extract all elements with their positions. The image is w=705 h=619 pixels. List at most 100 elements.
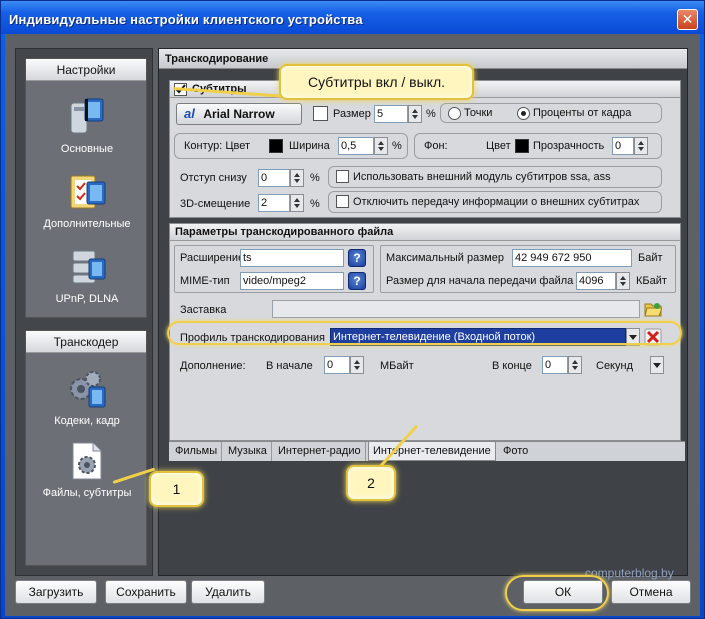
nav-item-upnp-label: UPnP, DLNA xyxy=(55,293,119,305)
transcoder-section: Транскодер Кодеки, кадр Файлы, субтитры xyxy=(25,330,147,566)
transcoder-header: Транскодер xyxy=(26,331,146,353)
disable-external-checkbox[interactable] xyxy=(336,195,349,208)
window-title: Индивидуальные настройки клиентского уст… xyxy=(9,12,363,27)
outline-color-swatch[interactable] xyxy=(269,139,283,153)
end-unit-dropdown-chevron-icon[interactable] xyxy=(650,356,664,374)
server-icon xyxy=(72,250,106,284)
end-addition-label: В конце xyxy=(492,360,532,372)
percent-frame-radio[interactable] xyxy=(517,107,530,120)
points-label: Точки xyxy=(464,107,493,119)
points-radio[interactable] xyxy=(448,107,461,120)
bottom-offset-spinner[interactable] xyxy=(290,169,304,187)
tab-internet-radio[interactable]: Интернет-радио xyxy=(274,442,366,461)
gears-film-icon xyxy=(70,371,106,408)
nav-item-advanced[interactable]: Дополнительные xyxy=(26,170,148,230)
font-icon: al xyxy=(184,106,195,121)
font-select-button[interactable]: al Arial Narrow xyxy=(176,103,302,125)
disable-external-label: Отключить передачу информации о внешних … xyxy=(353,196,640,208)
device-icon xyxy=(70,98,104,134)
extension-help-icon[interactable]: ? xyxy=(348,249,366,267)
external-module-label: Использовать внешний модуль субтитров ss… xyxy=(353,171,611,183)
callout-subtitles: Субтитры вкл / выкл. xyxy=(279,64,474,100)
nav-item-main[interactable]: Основные xyxy=(26,95,148,155)
bottom-offset-input[interactable]: 0 xyxy=(258,169,290,187)
nav-item-upnp[interactable]: UPnP, DLNA xyxy=(26,245,148,305)
nav-item-codecs-label: Кодеки, кадр xyxy=(54,415,120,427)
tab-photo[interactable]: Фото xyxy=(499,442,532,461)
start-addition-spinner[interactable] xyxy=(350,356,364,374)
max-size-label: Максимальный размер xyxy=(386,252,504,264)
mime-label: MIME-тип xyxy=(180,275,230,287)
start-size-unit: КБайт xyxy=(636,275,667,287)
nav-item-codecs[interactable]: Кодеки, кадр xyxy=(26,367,148,427)
outline-label: Контур: Цвет xyxy=(184,140,251,152)
params-title: Параметры транскодированного файла xyxy=(170,224,680,241)
title-bar[interactable]: Индивидуальные настройки клиентского уст… xyxy=(1,1,704,34)
end-addition-input[interactable]: 0 xyxy=(542,356,568,374)
close-button[interactable]: ✕ xyxy=(677,9,698,30)
external-module-checkbox[interactable] xyxy=(336,170,349,183)
end-addition-unit: Секунд xyxy=(596,360,633,372)
nav-item-files-label: Файлы, субтитры xyxy=(42,487,132,499)
settings-section: Настройки Основные Дополнительные UPnP, … xyxy=(25,58,147,318)
transparency-spinner[interactable] xyxy=(634,137,648,155)
outline-width-unit: % xyxy=(392,140,402,152)
tab-music[interactable]: Музыка xyxy=(224,442,272,461)
start-addition-unit: МБайт xyxy=(380,360,414,372)
size-input[interactable]: 5 xyxy=(374,105,408,123)
nav-item-main-label: Основные xyxy=(60,143,114,155)
start-size-spinner[interactable] xyxy=(616,272,630,290)
file-gear-icon xyxy=(72,442,102,480)
extension-input[interactable]: ts xyxy=(240,249,344,267)
start-size-input[interactable]: 4096 xyxy=(576,272,616,290)
percent-frame-label: Проценты от кадра xyxy=(533,107,632,119)
start-addition-label: В начале xyxy=(266,360,313,372)
outline-width-input[interactable]: 0,5 xyxy=(338,137,374,155)
bg-color-label: Цвет xyxy=(486,140,511,152)
bottom-offset-label: Отступ снизу xyxy=(180,172,247,184)
save-button[interactable]: Сохранить xyxy=(105,580,187,604)
nav-item-advanced-label: Дополнительные xyxy=(43,218,131,230)
offset3d-input[interactable]: 2 xyxy=(258,194,290,212)
size-label: Размер xyxy=(333,108,371,120)
size-spinner[interactable] xyxy=(408,105,422,123)
cancel-button[interactable]: Отмена xyxy=(611,580,691,604)
extension-label: Расширение xyxy=(180,252,245,264)
offset3d-spinner[interactable] xyxy=(290,194,304,212)
callout-1: 1 xyxy=(149,471,204,507)
splash-label: Заставка xyxy=(180,304,227,316)
start-addition-input[interactable]: 0 xyxy=(324,356,350,374)
bottom-offset-unit: % xyxy=(310,172,320,184)
tab-movies[interactable]: Фильмы xyxy=(171,442,223,461)
background-label: Фон: xyxy=(424,140,448,152)
max-size-unit: Байт xyxy=(638,252,663,264)
ok-highlight-ring xyxy=(505,575,609,611)
offset3d-label: 3D-смещение xyxy=(180,198,251,210)
start-size-label: Размер для начала передачи файла xyxy=(386,275,574,287)
width-label: Ширина xyxy=(289,140,330,152)
dialog-window: Индивидуальные настройки клиентского уст… xyxy=(0,0,705,619)
folder-open-icon[interactable] xyxy=(644,300,663,318)
subtitles-group: Субтитры al Arial Narrow Размер 5 % Точк… xyxy=(169,80,681,218)
nav-item-files-subtitles[interactable]: Файлы, субтитры xyxy=(26,439,148,499)
splash-input[interactable] xyxy=(272,300,640,318)
transcoding-panel: Транскодирование Субтитры al Arial Narro… xyxy=(158,48,688,576)
end-addition-spinner[interactable] xyxy=(568,356,582,374)
mime-input[interactable]: video/mpeg2 xyxy=(240,272,344,290)
profile-highlight-ring xyxy=(167,321,682,345)
outline-width-spinner[interactable] xyxy=(374,137,388,155)
addition-label: Дополнение: xyxy=(180,360,246,372)
transparency-input[interactable]: 0 xyxy=(612,137,634,155)
callout-2: 2 xyxy=(346,465,396,501)
settings-header: Настройки xyxy=(26,59,146,81)
delete-button[interactable]: Удалить xyxy=(191,580,265,604)
load-button[interactable]: Загрузить xyxy=(15,580,97,604)
offset3d-unit: % xyxy=(310,198,320,210)
font-name: Arial Narrow xyxy=(203,107,275,121)
mime-help-icon[interactable]: ? xyxy=(348,272,366,290)
font-size-checkbox[interactable] xyxy=(313,106,328,121)
media-tabs: Фильмы Музыка Интернет-радио Интернет-те… xyxy=(169,441,685,461)
bg-color-swatch[interactable] xyxy=(515,139,529,153)
clipboard-icon xyxy=(70,175,106,209)
max-size-input[interactable]: 42 949 672 950 xyxy=(512,249,632,267)
